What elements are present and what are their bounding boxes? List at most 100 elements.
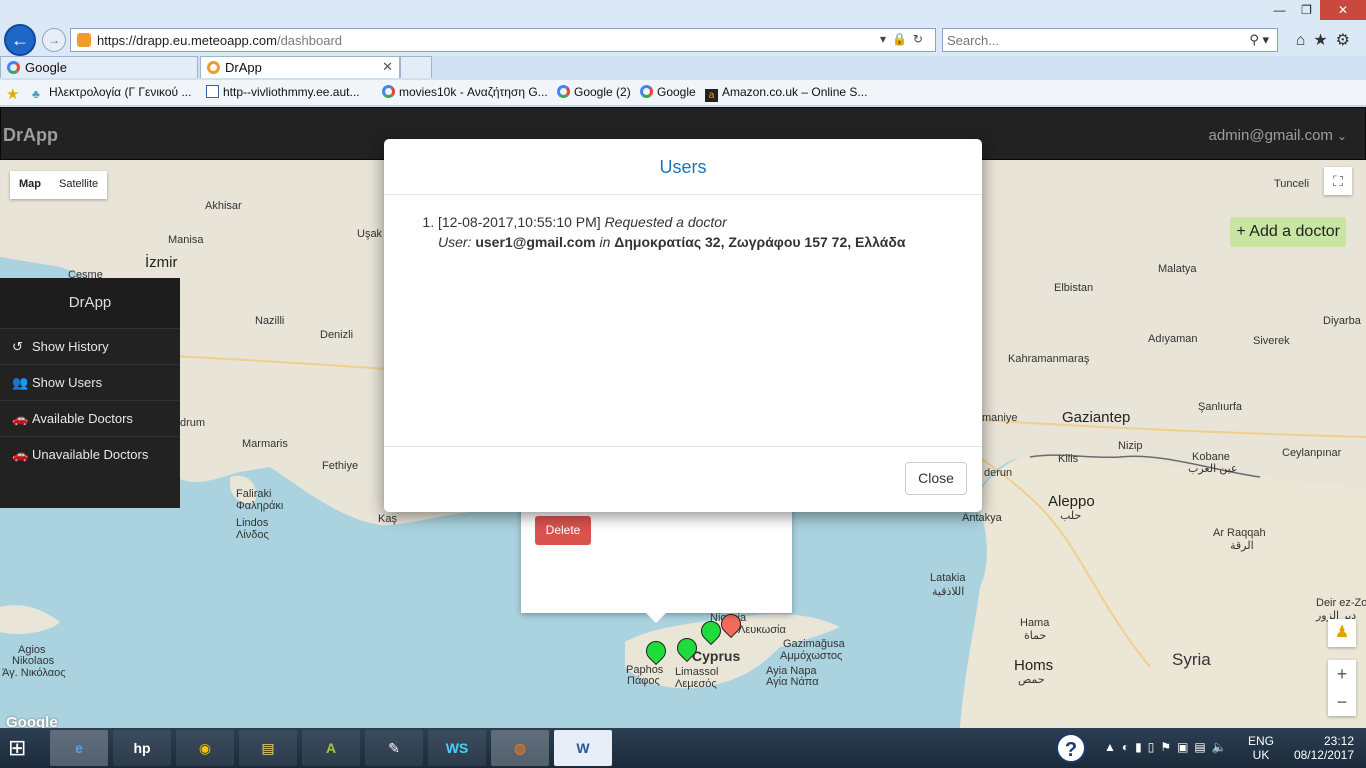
sidebar-item-show-users[interactable]: 👥 Show Users — [0, 364, 180, 400]
zoom-out-button[interactable]: − — [1328, 688, 1356, 716]
window-close-icon[interactable]: ✕ — [1320, 0, 1366, 20]
url-path: /dashboard — [276, 33, 343, 48]
map-label: Φαληράκι — [236, 500, 284, 512]
settings-gear-icon[interactable]: ⚙ — [1336, 32, 1358, 49]
map-type-satellite-button[interactable]: Satellite — [50, 171, 107, 199]
windows-taskbar: ⊞ e hp ◉ ▤ A ✎ WS ◍ W ? ▲◐▮▯⚑▣▤🔈 ENG UK … — [0, 728, 1366, 768]
favorite-link[interactable]: http--vivliothmmy.ee.aut... — [206, 85, 360, 99]
address-tools[interactable]: ▾🔒↻ — [880, 32, 929, 46]
favorite-link[interactable]: movies10k - Αναζήτηση G... — [382, 85, 548, 99]
sidebar-title: DrApp — [0, 278, 180, 328]
map-label: Λεμεσός — [675, 678, 717, 690]
taskbar-firefox-icon[interactable]: ◍ — [491, 730, 549, 766]
request-action: Requested a doctor — [604, 214, 727, 230]
toolbar-icons: ⌂★⚙ — [1296, 30, 1358, 50]
favorite-link[interactable]: ♣ Ηλεκτρολογία (Γ Γενικού ... — [32, 85, 191, 101]
favorite-link[interactable]: Google — [640, 85, 696, 99]
request-address: Δημοκρατίας 32, Ζωγράφου 157 72, Ελλάδα — [614, 234, 906, 250]
search-icon[interactable]: ⚲ ▾ — [1249, 32, 1269, 48]
delete-button[interactable]: Delete — [535, 516, 591, 545]
restore-icon[interactable]: ❐ — [1293, 0, 1320, 20]
map-label: Kilis — [1058, 453, 1079, 465]
user-dropdown[interactable]: admin@gmail.com ⌄ — [1209, 127, 1348, 144]
add-doctor-button[interactable]: + Add a doctor — [1230, 217, 1346, 247]
sidebar-item-label: Unavailable Doctors — [32, 447, 149, 462]
clock[interactable]: 23:12 08/12/2017 — [1292, 734, 1354, 762]
favorites-bar: ★ ♣ Ηλεκτρολογία (Γ Γενικού ... http--viv… — [0, 80, 1366, 106]
google-icon — [382, 85, 395, 98]
map-type-control: Map Satellite — [10, 171, 108, 199]
map-label: Faliraki — [236, 488, 272, 500]
favorites-star-icon[interactable]: ★ — [1313, 32, 1335, 49]
tab-label: DrApp — [225, 60, 262, 75]
sidebar-item-unavailable-doctors[interactable]: 🚗 Unavailable Doctors — [0, 436, 180, 472]
map-label: Hama — [1020, 617, 1050, 629]
map-label: Nizip — [1118, 440, 1143, 452]
search-box[interactable]: ⚲ ▾ — [942, 28, 1278, 52]
search-input[interactable] — [947, 32, 1227, 48]
taskbar-hp-icon[interactable]: hp — [113, 730, 171, 766]
sidebar-item-available-doctors[interactable]: 🚗 Available Doctors — [0, 400, 180, 436]
map-label: Kaş — [378, 513, 397, 525]
windows-start-icon[interactable]: ⊞ — [8, 736, 38, 762]
fullscreen-icon[interactable]: ⛶ — [1324, 167, 1352, 195]
street-view-pegman-icon[interactable]: ♟ — [1328, 619, 1356, 647]
favorites-star[interactable]: ★ — [6, 85, 23, 103]
google-logo: Google — [6, 714, 58, 728]
car-icon: 🚗 — [12, 447, 29, 462]
favorite-label: Google (2) — [574, 85, 631, 99]
map-label: Manisa — [168, 234, 204, 246]
user-request-list: [12-08-2017,10:55:10 PM] Requested a doc… — [420, 212, 962, 252]
forward-button[interactable]: → — [42, 28, 66, 52]
favorite-link[interactable]: Google (2) — [557, 85, 631, 99]
list-item: [12-08-2017,10:55:10 PM] Requested a doc… — [438, 212, 962, 252]
map-label: Tunceli — [1274, 178, 1310, 190]
tab-google[interactable]: Google — [0, 56, 198, 78]
url-host: https://drapp.eu.meteoapp.com — [97, 33, 277, 48]
close-button[interactable]: Close — [905, 462, 967, 495]
tab-close-icon[interactable]: ✕ — [382, 59, 393, 75]
amazon-icon: a — [705, 89, 718, 102]
tray-icons[interactable]: ▲◐▮▯⚑▣▤🔈 — [1104, 740, 1233, 754]
help-icon[interactable]: ? — [1056, 733, 1086, 763]
user-email: admin@gmail.com — [1208, 127, 1333, 144]
map-label: Lindos — [236, 517, 269, 529]
modal-header: Users — [384, 139, 982, 195]
taskbar-paint-icon[interactable]: ✎ — [365, 730, 423, 766]
map-type-map-button[interactable]: Map — [10, 171, 50, 199]
taskbar-android-studio-icon[interactable]: A — [302, 730, 360, 766]
language-indicator[interactable]: ENG UK — [1248, 734, 1274, 762]
new-tab-button[interactable] — [400, 56, 432, 78]
map-label: Gaziantep — [1062, 409, 1131, 426]
sidebar-item-label: Show History — [32, 339, 109, 354]
map-label: Cyprus — [692, 648, 741, 664]
taskbar-word-icon[interactable]: W — [554, 730, 612, 766]
tab-drapp[interactable]: DrApp ✕ — [200, 56, 400, 78]
sidebar: DrApp ↺ Show History 👥 Show Users 🚗 Availab… — [0, 278, 180, 508]
drapp-favicon-icon — [207, 61, 220, 74]
window-controls: — ❐ ✕ — [1266, 0, 1366, 20]
taskbar-chrome-icon[interactable]: ◉ — [176, 730, 234, 766]
taskbar-webstorm-icon[interactable]: WS — [428, 730, 486, 766]
map-label: Λίνδος — [236, 529, 269, 541]
favorite-link[interactable]: a Amazon.co.uk – Online S... — [705, 85, 867, 102]
taskbar-file-explorer-icon[interactable]: ▤ — [239, 730, 297, 766]
map-label: Elbistan — [1054, 282, 1094, 294]
history-icon: ↺ — [12, 339, 23, 354]
map-label: Uşak — [357, 228, 383, 240]
map-label: عين العرب — [1188, 463, 1238, 475]
users-modal: Users [12-08-2017,10:55:10 PM] Requested… — [384, 139, 982, 512]
in-label: in — [599, 234, 611, 250]
zoom-in-button[interactable]: + — [1328, 660, 1356, 688]
minimize-icon[interactable]: — — [1266, 0, 1293, 20]
map-label: Latakia — [930, 572, 966, 584]
page-icon — [206, 85, 219, 98]
back-button[interactable]: ← — [4, 24, 36, 56]
address-url[interactable]: https://drapp.eu.meteoapp.com/dashboard — [97, 33, 342, 48]
home-icon[interactable]: ⌂ — [1296, 32, 1314, 49]
sidebar-item-show-history[interactable]: ↺ Show History — [0, 328, 180, 364]
sidebar-item-label: Available Doctors — [32, 411, 133, 426]
address-bar[interactable]: https://drapp.eu.meteoapp.com/dashboard … — [70, 28, 936, 52]
brand-logo[interactable]: DrApp — [3, 125, 58, 146]
taskbar-internet-explorer-icon[interactable]: e — [50, 730, 108, 766]
